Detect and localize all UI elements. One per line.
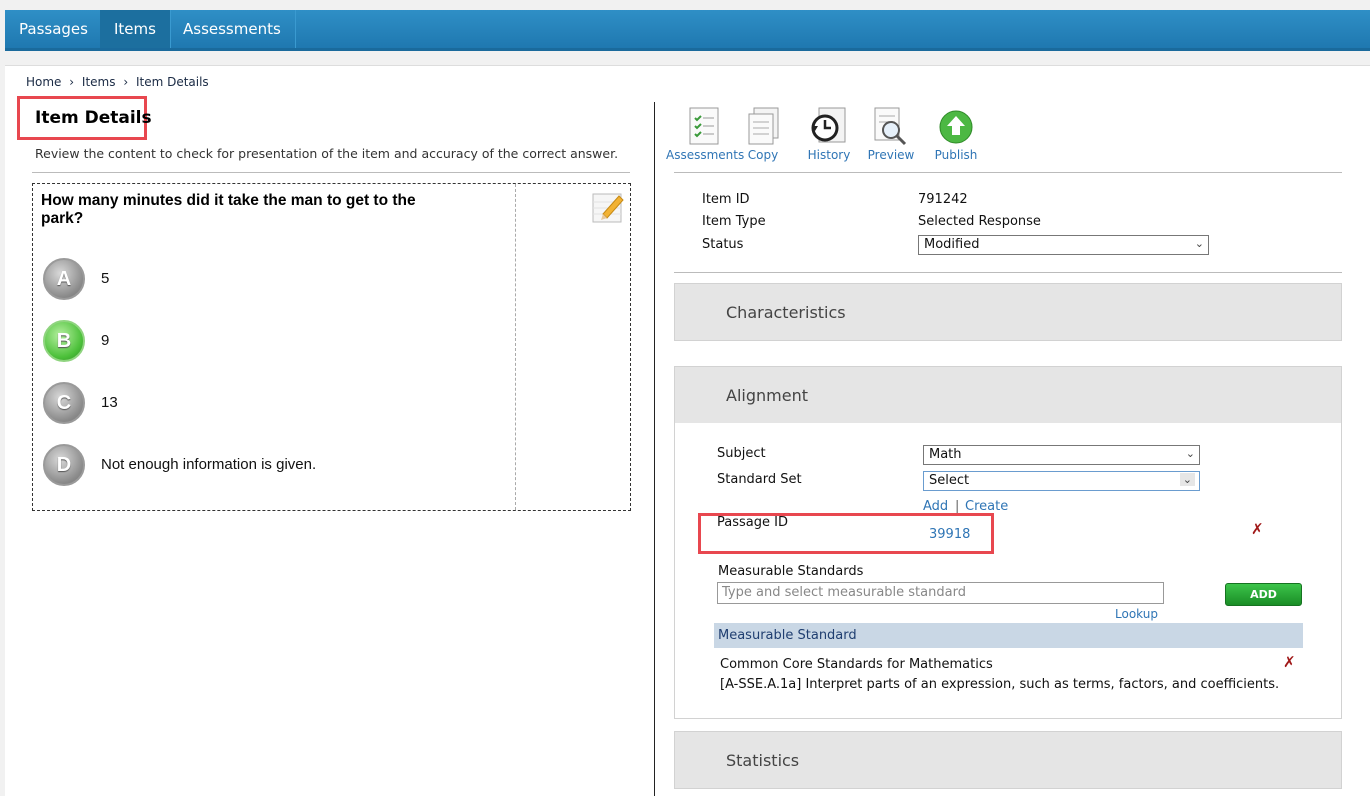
preview-button[interactable]: Preview: [867, 106, 915, 162]
status-select[interactable]: Modified ⌄: [918, 235, 1209, 255]
link-separator: |: [955, 499, 960, 514]
breadcrumb-separator: ›: [69, 75, 75, 89]
breadcrumb-separator: ›: [123, 75, 129, 89]
publish-arrow-up-icon: [939, 110, 973, 144]
copy-button[interactable]: Copy: [743, 106, 783, 162]
preview-button-label: Preview: [867, 148, 915, 162]
subject-select-value: Math: [929, 447, 962, 462]
item-id-label: Item ID: [702, 192, 750, 207]
history-icon: [811, 107, 846, 143]
main-panel: Home › Items › Item Details Item Details…: [5, 65, 1370, 796]
assessments-button-label: Assessments: [666, 148, 745, 162]
history-button-label: History: [807, 148, 851, 162]
divider: [674, 172, 1342, 173]
add-standard-set-link[interactable]: Add: [923, 499, 948, 514]
divider: [674, 272, 1342, 273]
divider: [32, 172, 630, 173]
create-standard-set-link[interactable]: Create: [965, 499, 1008, 514]
characteristics-title: Characteristics: [726, 303, 846, 322]
option-b-bubble-correct[interactable]: B: [43, 320, 85, 362]
measurable-standards-label: Measurable Standards: [718, 564, 864, 579]
alignment-title: Alignment: [726, 386, 808, 405]
item-id-value: 791242: [918, 192, 968, 207]
standard-set-select[interactable]: Select ⌄: [923, 471, 1200, 491]
item-type-value: Selected Response: [918, 214, 1041, 229]
history-button[interactable]: History: [805, 106, 853, 162]
assessments-button[interactable]: Assessments: [666, 106, 745, 162]
add-standard-button[interactable]: ADD: [1225, 583, 1302, 606]
page-title: Item Details: [35, 108, 152, 128]
breadcrumb-items[interactable]: Items: [82, 75, 116, 89]
question-text: How many minutes did it take the man to …: [41, 192, 416, 227]
checklist-icon: [689, 107, 719, 145]
nav-items[interactable]: Items: [100, 10, 171, 48]
publish-button[interactable]: Publish: [932, 106, 980, 162]
passage-id-label: Passage ID: [717, 515, 788, 530]
option-c-text: 13: [101, 394, 118, 411]
option-a-text: 5: [101, 270, 110, 287]
edit-pencil-icon[interactable]: [591, 190, 625, 224]
remove-standard-x-icon[interactable]: ✗: [1283, 653, 1296, 671]
subject-label: Subject: [717, 446, 766, 461]
standard-set-label: Standard Set: [717, 472, 802, 487]
breadcrumb-home[interactable]: Home: [26, 75, 61, 89]
standard-title: Common Core Standards for Mathematics: [720, 657, 993, 672]
option-d-bubble[interactable]: D: [43, 444, 85, 486]
standard-set-select-value: Select: [929, 473, 970, 488]
page-subtitle: Review the content to check for presenta…: [35, 146, 619, 161]
remove-passage-x-icon[interactable]: ✗: [1251, 520, 1264, 538]
statistics-title: Statistics: [726, 751, 800, 770]
chevron-down-icon: ⌄: [1179, 473, 1195, 486]
lookup-link[interactable]: Lookup: [1115, 607, 1158, 621]
status-select-value: Modified: [924, 237, 980, 252]
subject-select[interactable]: Math ⌄: [923, 445, 1200, 465]
answer-option-b[interactable]: B 9: [43, 320, 523, 366]
question-card: How many minutes did it take the man to …: [32, 183, 631, 511]
option-d-text: Not enough information is given.: [101, 456, 317, 473]
answer-option-c[interactable]: C 13: [43, 382, 523, 428]
option-c-bubble[interactable]: C: [43, 382, 85, 424]
item-type-label: Item Type: [702, 214, 766, 229]
passage-id-link[interactable]: 39918: [929, 527, 970, 542]
breadcrumb-current: Item Details: [135, 75, 209, 89]
nav-passages[interactable]: Passages: [5, 10, 103, 48]
column-divider: [654, 102, 655, 796]
statistics-section-header[interactable]: Statistics: [674, 731, 1342, 789]
option-a-bubble[interactable]: A: [43, 258, 85, 300]
option-b-text: 9: [101, 332, 110, 349]
alignment-section-header[interactable]: Alignment: [674, 366, 1342, 424]
top-nav-bar: Passages Items Assessments: [5, 10, 1370, 51]
breadcrumb: Home › Items › Item Details: [26, 75, 213, 89]
standard-description: [A-SSE.A.1a] Interpret parts of an expre…: [720, 677, 1280, 692]
copy-button-label: Copy: [747, 148, 779, 162]
chevron-down-icon: ⌄: [1185, 447, 1195, 460]
characteristics-section-header[interactable]: Characteristics: [674, 283, 1342, 341]
nav-assessments[interactable]: Assessments: [169, 10, 296, 48]
chevron-down-icon: ⌄: [1194, 237, 1204, 250]
answer-option-d[interactable]: D Not enough information is given.: [43, 444, 523, 490]
status-label: Status: [702, 237, 744, 252]
measurable-standard-input[interactable]: Type and select measurable standard: [717, 582, 1164, 604]
measurable-standard-table-header: Measurable Standard: [714, 623, 1303, 648]
preview-magnifier-icon: [874, 107, 907, 146]
publish-button-label: Publish: [934, 148, 978, 162]
copy-icon: [748, 107, 779, 145]
answer-option-a[interactable]: A 5: [43, 258, 523, 304]
